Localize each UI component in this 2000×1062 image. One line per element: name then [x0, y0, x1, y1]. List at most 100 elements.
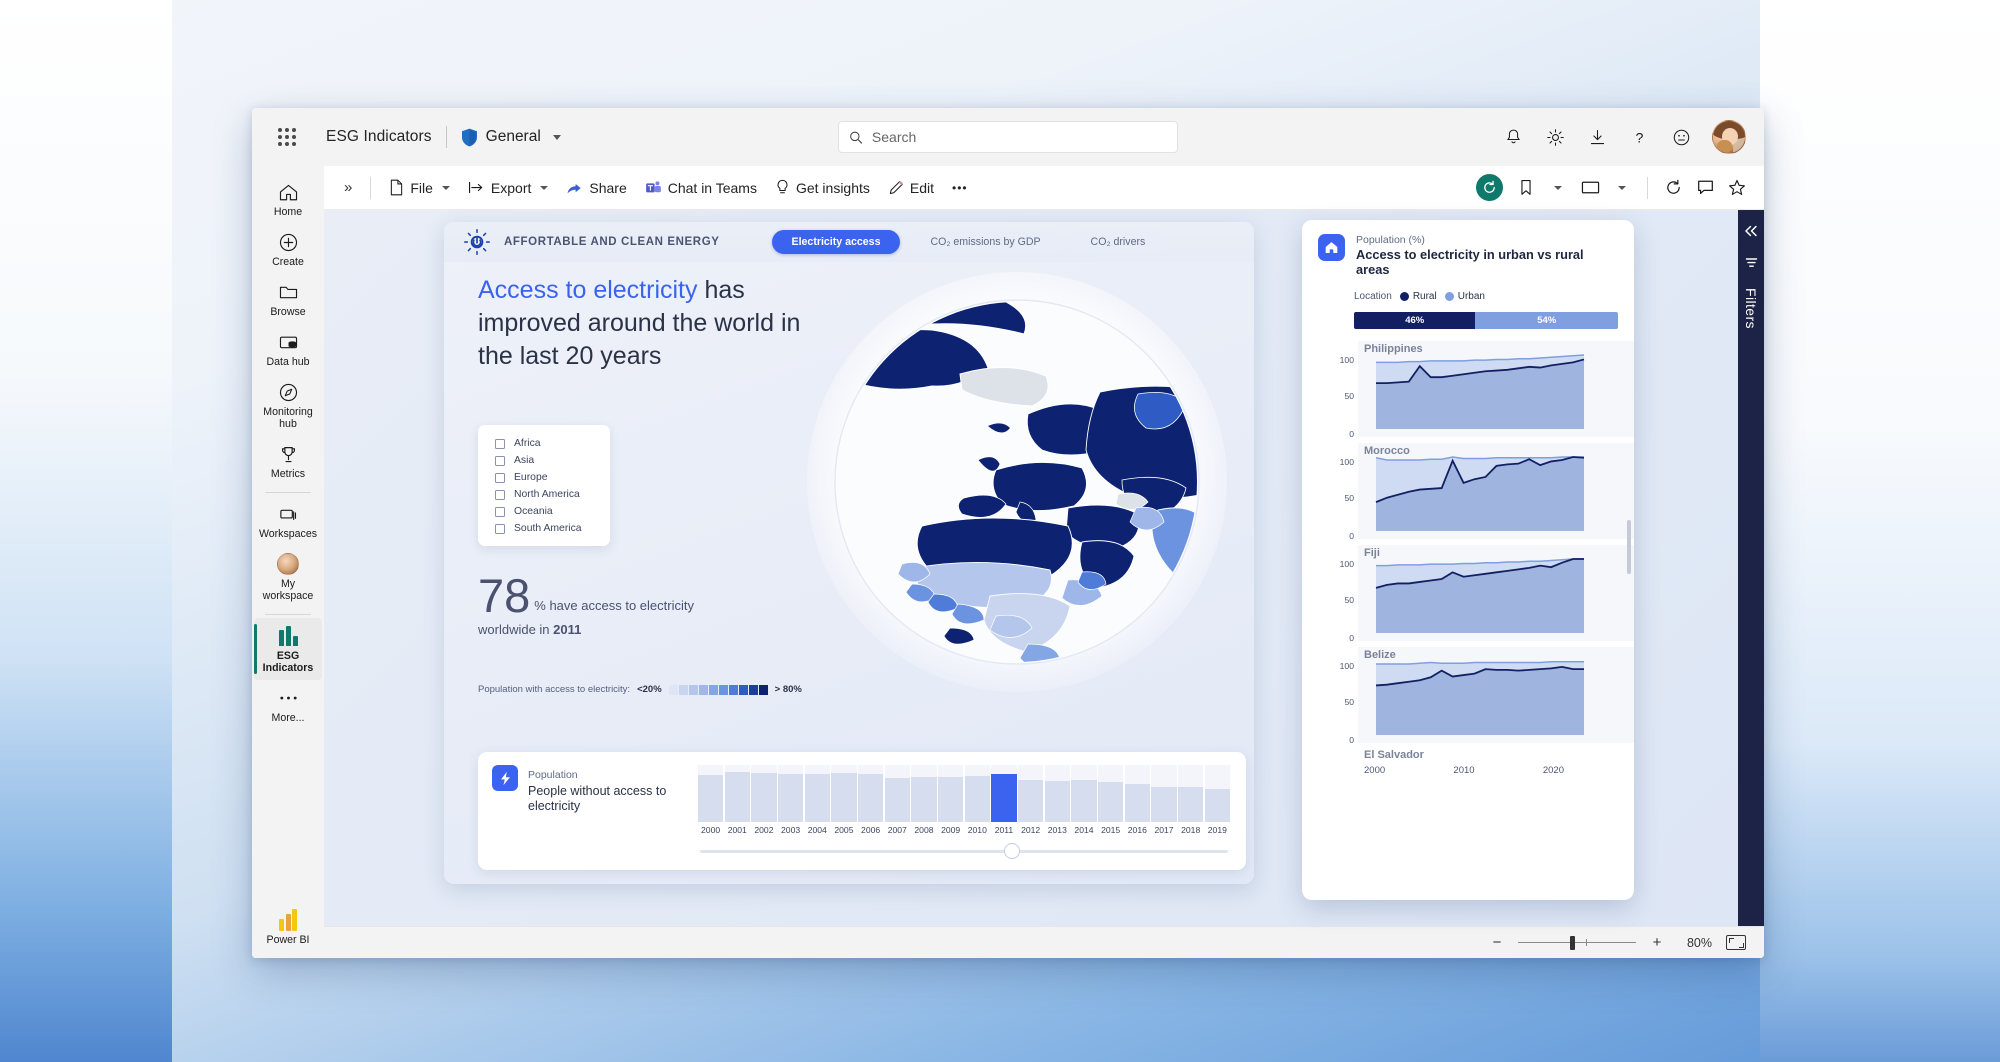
bookmark-caret-icon[interactable]: [1543, 173, 1573, 203]
continent-checkbox-asia[interactable]: Asia: [478, 452, 610, 469]
split-segment-urban[interactable]: 54%: [1475, 312, 1618, 329]
bar[interactable]: [1151, 786, 1177, 822]
export-menu-button[interactable]: Export: [460, 173, 556, 203]
sidebar-item-browse[interactable]: Browse: [254, 274, 322, 324]
bar[interactable]: [1124, 784, 1150, 822]
continent-checkbox-south-america[interactable]: South America: [478, 520, 610, 537]
brand-name[interactable]: ESG Indicators: [326, 128, 432, 146]
view-window-icon[interactable]: [1575, 173, 1605, 203]
sidebar-item-workspaces[interactable]: Workspaces: [254, 496, 322, 546]
checkbox-icon[interactable]: [495, 489, 505, 500]
bookmark-icon[interactable]: [1511, 173, 1541, 203]
sidebar-item-create[interactable]: Create: [254, 224, 322, 274]
checkbox-icon[interactable]: [495, 455, 505, 466]
bar[interactable]: [724, 771, 750, 822]
bar-cell[interactable]: [778, 765, 804, 822]
tab-electricity-access[interactable]: Electricity access: [771, 230, 901, 254]
sparkline-plot[interactable]: [1358, 341, 1634, 437]
year-slider[interactable]: [698, 842, 1230, 860]
continent-checkbox-africa[interactable]: Africa: [478, 435, 610, 452]
country-sparkline-list[interactable]: Philippines 100 50 0 Morocco 100 50 0 Fiji 100 50 0…: [1302, 341, 1634, 900]
sidebar-item-home[interactable]: Home: [254, 174, 322, 224]
bar-cell[interactable]: [858, 765, 884, 822]
search-input[interactable]: [871, 129, 1167, 145]
checkbox-icon[interactable]: [495, 438, 505, 449]
feedback-smiley-icon[interactable]: [1662, 118, 1700, 156]
file-menu-button[interactable]: File: [381, 173, 458, 203]
country-sparkline[interactable]: Morocco 100 50 0: [1318, 443, 1634, 541]
fit-to-page-icon[interactable]: [1726, 935, 1746, 950]
country-sparkline[interactable]: Philippines 100 50 0: [1318, 341, 1634, 439]
bar-cell[interactable]: [1204, 765, 1230, 822]
bar-cell[interactable]: [1018, 765, 1044, 822]
edit-button[interactable]: Edit: [880, 173, 942, 203]
sidebar-item-my-workspace[interactable]: My workspace: [254, 546, 322, 608]
bar[interactable]: [991, 774, 1017, 822]
world-map-globe[interactable]: [782, 264, 1252, 694]
sidebar-item-metrics[interactable]: Metrics: [254, 436, 322, 486]
sidebar-item-esg-indicators[interactable]: ESG Indicators: [254, 618, 322, 680]
favorite-star-icon[interactable]: [1722, 173, 1752, 203]
checkbox-icon[interactable]: [495, 506, 505, 517]
bar-cell[interactable]: [751, 765, 777, 822]
bar[interactable]: [831, 772, 857, 822]
panel-scrollbar[interactable]: [1627, 520, 1631, 574]
sidebar-item-monitoring-hub[interactable]: Monitoring hub: [254, 374, 322, 436]
sparkline-plot[interactable]: [1358, 545, 1634, 641]
help-question-icon[interactable]: ?: [1620, 118, 1658, 156]
slider-handle[interactable]: [1003, 843, 1020, 859]
continent-checkbox-north-america[interactable]: North America: [478, 486, 610, 503]
bar[interactable]: [1018, 780, 1044, 822]
bar[interactable]: [751, 772, 777, 822]
bar-cell[interactable]: [1124, 765, 1150, 822]
bar-cell[interactable]: [938, 765, 964, 822]
comment-icon[interactable]: [1690, 173, 1720, 203]
bar[interactable]: [698, 774, 724, 822]
zoom-slider-handle[interactable]: [1569, 935, 1575, 950]
bar[interactable]: [778, 773, 804, 822]
more-options-button[interactable]: •••: [944, 173, 976, 203]
bar-cell[interactable]: [1044, 765, 1070, 822]
country-sparkline[interactable]: Fiji 100 50 0: [1318, 545, 1634, 643]
bar-cell[interactable]: [1151, 765, 1177, 822]
bar-cell[interactable]: [831, 765, 857, 822]
bar[interactable]: [1098, 782, 1124, 822]
sidebar-item-more[interactable]: More...: [254, 680, 322, 730]
workspace-selector[interactable]: General: [461, 128, 561, 147]
bar-cell[interactable]: [884, 765, 910, 822]
bar[interactable]: [1044, 780, 1070, 822]
bar-cell[interactable]: [804, 765, 830, 822]
bar-cell[interactable]: [1098, 765, 1124, 822]
get-insights-button[interactable]: Get insights: [767, 173, 878, 203]
legend-item-urban[interactable]: Urban: [1444, 291, 1485, 302]
double-chevron-right-icon[interactable]: »: [336, 179, 360, 196]
bar-cell[interactable]: [991, 765, 1017, 822]
tab-co2-emissions-by-gdp[interactable]: CO₂ emissions by GDP: [910, 230, 1061, 254]
bar[interactable]: [858, 774, 884, 822]
bar[interactable]: [1071, 780, 1097, 822]
view-caret-icon[interactable]: [1607, 173, 1637, 203]
download-icon[interactable]: [1578, 118, 1616, 156]
bar-series[interactable]: [698, 765, 1230, 822]
bar-cell[interactable]: [1071, 765, 1097, 822]
bar-cell[interactable]: [724, 765, 750, 822]
bar[interactable]: [938, 776, 964, 822]
zoom-in-button[interactable]: +: [1650, 934, 1664, 951]
bar[interactable]: [911, 776, 937, 822]
chat-in-teams-button[interactable]: Chat in Teams: [637, 173, 765, 203]
continent-checkbox-oceania[interactable]: Oceania: [478, 503, 610, 520]
bar[interactable]: [884, 777, 910, 822]
tab-co2-drivers[interactable]: CO₂ drivers: [1070, 230, 1166, 254]
country-sparkline[interactable]: Belize 100 50 0: [1318, 647, 1634, 745]
reset-filters-icon[interactable]: [1476, 174, 1503, 201]
zoom-slider[interactable]: [1518, 935, 1636, 950]
share-button[interactable]: Share: [558, 173, 634, 203]
sparkline-plot[interactable]: [1358, 647, 1634, 743]
bar-cell[interactable]: [911, 765, 937, 822]
user-avatar[interactable]: [1712, 120, 1746, 154]
bar[interactable]: [964, 776, 990, 822]
refresh-icon[interactable]: [1658, 173, 1688, 203]
bar[interactable]: [804, 773, 830, 822]
bar-cell[interactable]: [1178, 765, 1204, 822]
global-search[interactable]: [838, 121, 1178, 153]
